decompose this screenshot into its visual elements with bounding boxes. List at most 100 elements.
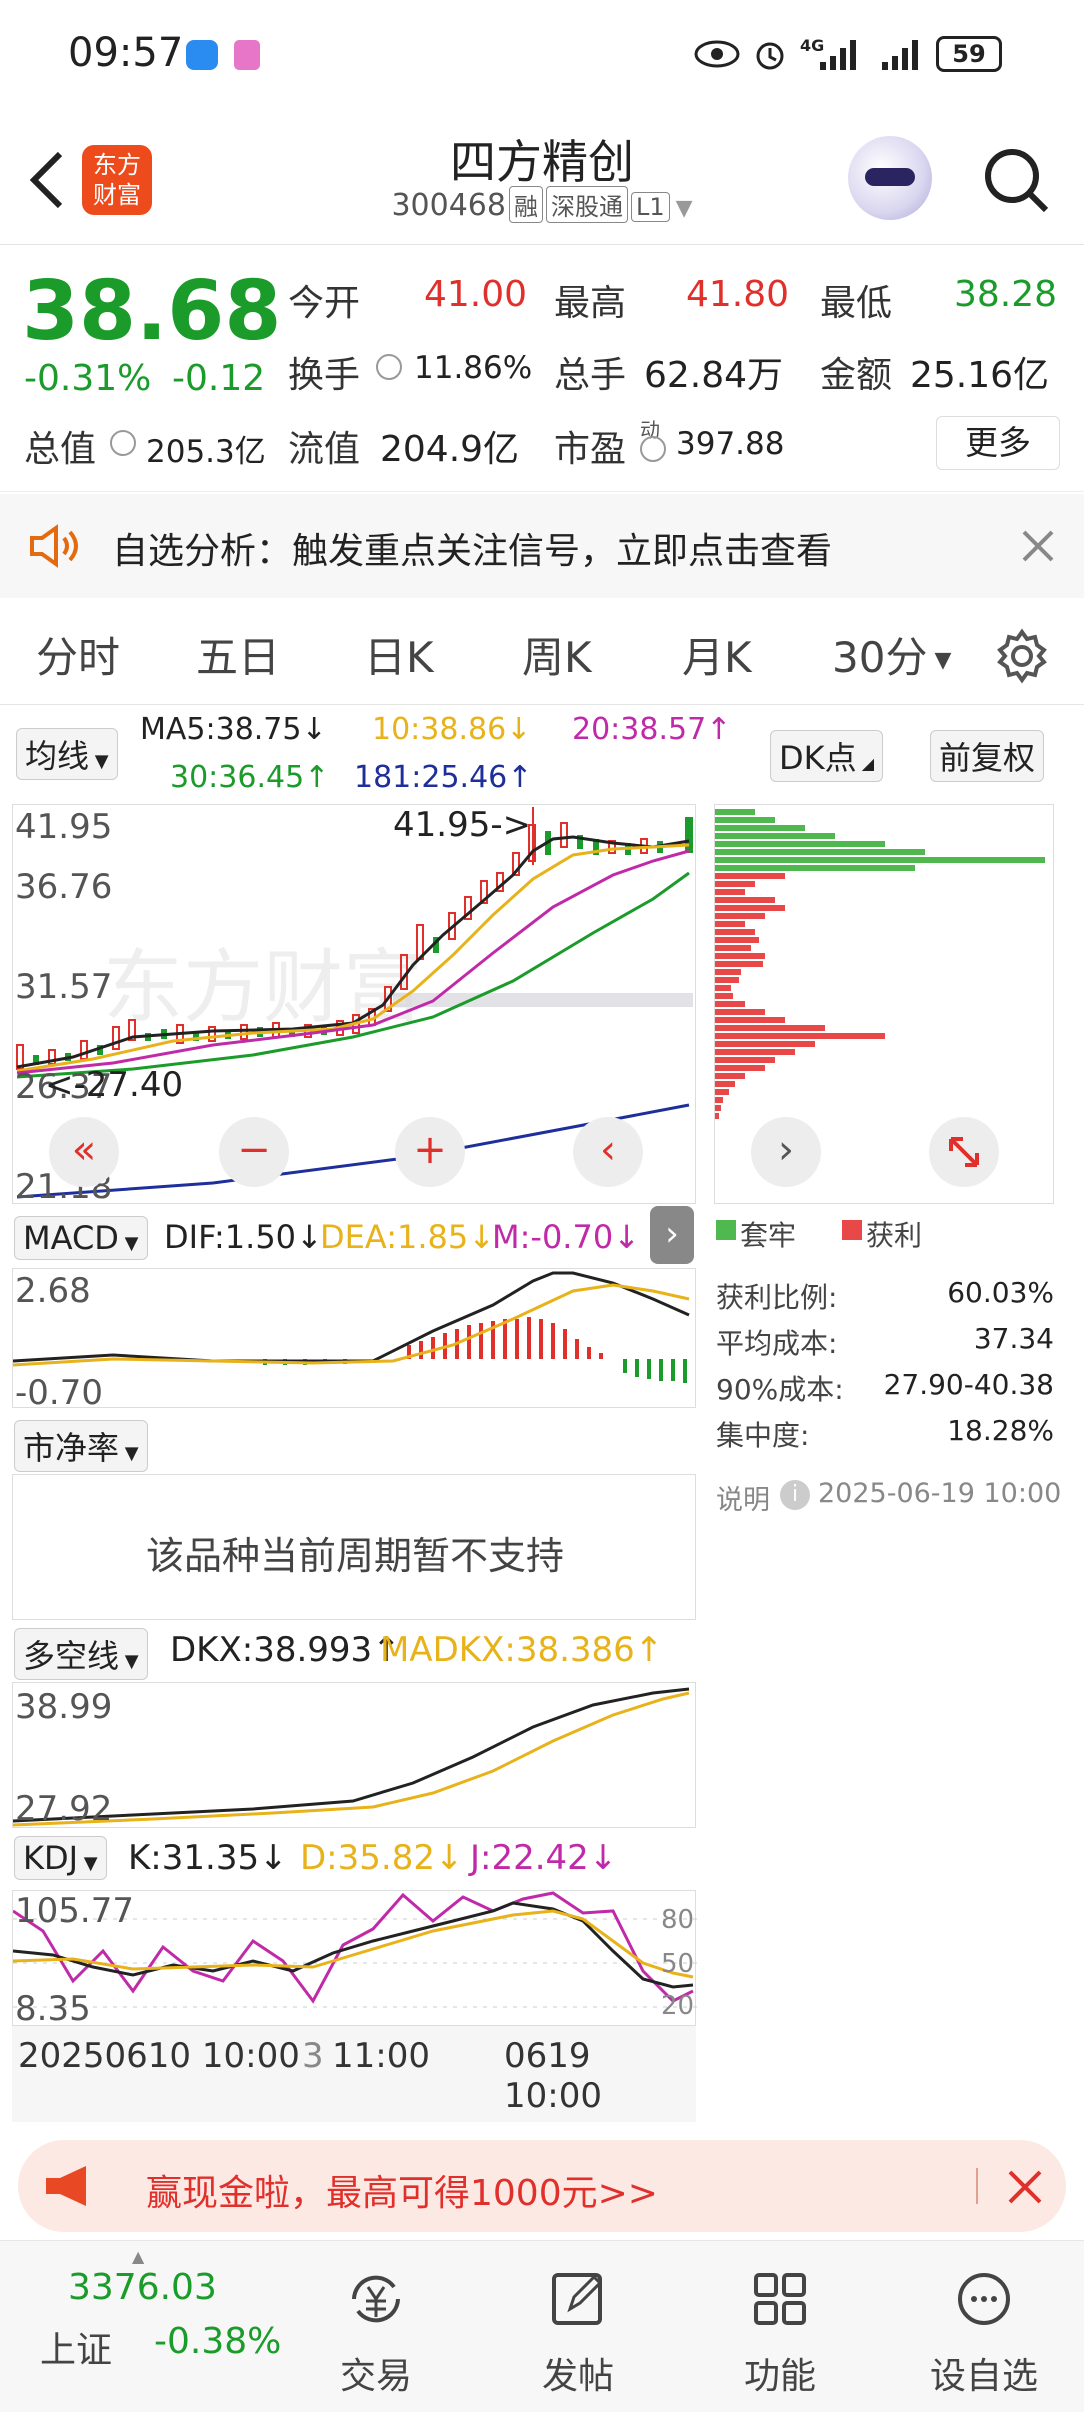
kdj-j: J:22.42↓: [470, 1838, 618, 1878]
kdj-chart: 105.77 8.35 80 50 20: [12, 1890, 697, 2029]
pb-selector[interactable]: 市净率 ▼: [14, 1420, 148, 1472]
caret-up-icon[interactable]: ▲: [132, 2247, 144, 2266]
chip-distribution-chart: ›: [714, 804, 1054, 1204]
kdj-y-bottom: 8.35: [15, 1989, 91, 2029]
dkx-selector[interactable]: 多空线 ▼: [14, 1628, 148, 1680]
dkx-value: DKX:38.993↑: [170, 1630, 401, 1670]
macd-y-bottom: -0.70: [15, 1373, 103, 1413]
trapped-bars: [715, 809, 1045, 871]
info-icon[interactable]: [110, 430, 136, 456]
scroll-left-button[interactable]: ‹: [573, 1117, 643, 1187]
tab-daily-k[interactable]: 日K: [364, 624, 434, 685]
ma10-value: 10:38.86↓: [372, 712, 532, 747]
functions-button[interactable]: 功能: [710, 2269, 850, 2399]
promo-banner[interactable]: 赢现金啦，最高可得1000元>>: [18, 2140, 1066, 2232]
megaphone-icon: [46, 2166, 86, 2206]
ma-selector[interactable]: 均线 ▼: [16, 728, 118, 780]
add-watchlist-button[interactable]: 设自选: [914, 2269, 1054, 2399]
kline-chart[interactable]: 东方财富 41.95 36.76 31.57 26.37 21.18 41.95…: [12, 804, 696, 1207]
settings-gear-icon[interactable]: [994, 628, 1050, 684]
amount-value: 25.16亿: [910, 355, 1050, 396]
dkx-line: [13, 1687, 690, 1823]
open-label: 今开: [288, 283, 361, 324]
post-button[interactable]: 发帖: [508, 2269, 648, 2399]
high-label: 最高: [554, 283, 627, 324]
tab-five-day[interactable]: 五日: [196, 624, 280, 685]
kdj-level-50: 50: [661, 1949, 695, 1979]
zoom-out-button[interactable]: −: [219, 1117, 289, 1187]
caret-down-icon[interactable]: ▼: [676, 196, 693, 221]
chip-note-time: 2025-06-19 10:00: [818, 1478, 1062, 1509]
search-icon[interactable]: [980, 144, 1052, 216]
app-notification-icon: [234, 40, 260, 70]
volume-value: 62.84万: [644, 355, 784, 396]
macd-selector[interactable]: MACD ▼: [14, 1216, 148, 1260]
tag-connect: 深股通: [545, 186, 628, 223]
min-price-marker: <-27.40: [45, 1065, 184, 1105]
chip-label: 90%成本:: [716, 1373, 844, 1406]
index-value[interactable]: 3376.03: [68, 2267, 217, 2308]
kdj-selector[interactable]: KDJ ▼: [14, 1836, 107, 1880]
low-value: 38.28: [954, 274, 1058, 315]
tab-intraday[interactable]: 分时: [36, 624, 120, 685]
kdj-level-20: 20: [661, 1991, 695, 2021]
time-mid-prefix: 3: [302, 2036, 324, 2076]
max-price-marker: 41.95->: [393, 805, 532, 845]
info-icon[interactable]: i: [780, 1480, 810, 1510]
time-end: 0619 10:00: [504, 2036, 602, 2116]
adjust-selector[interactable]: 前复权: [930, 730, 1045, 782]
ma20-value: 20:38.57↑: [572, 712, 732, 747]
panel-expand-arrow[interactable]: ›: [650, 1206, 694, 1264]
turnover-value: 11.86%: [414, 350, 533, 386]
chip-note-label[interactable]: 说明: [716, 1478, 770, 1517]
float-value: 204.9亿: [380, 429, 520, 470]
tab-30min[interactable]: 30分 ▼: [832, 624, 951, 685]
expand-icon[interactable]: [929, 1117, 999, 1187]
info-icon[interactable]: [640, 436, 666, 462]
pe-value: 397.88: [676, 426, 785, 462]
more-button[interactable]: 更多: [936, 416, 1060, 470]
pb-unsupported-text: 该品种当前周期暂不支持: [145, 1534, 564, 1578]
trapped-legend-swatch: [716, 1220, 736, 1240]
macd-dif: DIF:1.50↓: [164, 1218, 323, 1256]
change-percent: -0.31%: [24, 358, 152, 399]
macd-chart: 2.68 -0.70: [12, 1268, 696, 1413]
info-icon[interactable]: [376, 354, 402, 380]
close-icon[interactable]: [1022, 530, 1054, 562]
tab-weekly-k[interactable]: 周K: [522, 624, 592, 685]
dkx-chart: 38.99 27.92: [12, 1682, 696, 1829]
chip-value: 27.90-40.38: [883, 1368, 1054, 1401]
index-name[interactable]: 上证: [40, 2321, 112, 2373]
tab-monthly-k[interactable]: 月K: [682, 624, 752, 685]
pe-label: 市盈: [554, 429, 627, 470]
mcap-value: 205.3亿: [146, 434, 266, 470]
dk-point-selector[interactable]: DK点 ◢: [770, 730, 884, 782]
edit-icon: [552, 2273, 603, 2325]
amount-label: 金额: [820, 355, 893, 396]
index-change[interactable]: -0.38%: [154, 2321, 281, 2362]
high-value: 41.80: [686, 274, 790, 315]
speaker-icon: [30, 524, 78, 568]
zoom-in-button[interactable]: +: [395, 1117, 465, 1187]
period-tabs: 分时 五日 日K 周K 月K 30分 ▼: [0, 600, 1084, 705]
scroll-left-fast-button[interactable]: «: [49, 1117, 119, 1187]
more-dots-icon: [958, 2273, 1010, 2325]
trade-button[interactable]: 交易: [306, 2269, 446, 2399]
open-value: 41.00: [424, 274, 528, 315]
bottom-toolbar: ▲ 3376.03 上证 -0.38% 交易 发帖 功能 设自选: [0, 2240, 1084, 2412]
status-bar: 09:57 4G 59: [0, 0, 1084, 110]
kdj-d: D:35.82↓: [300, 1838, 464, 1878]
profit-legend: 获利: [866, 1219, 923, 1252]
status-time: 09:57: [68, 30, 184, 76]
last-price: 38.68: [22, 264, 282, 359]
madkx-value: MADKX:38.386↑: [380, 1630, 664, 1670]
signal-icon-2: [882, 40, 918, 70]
volume-label: 总手: [554, 355, 627, 396]
y-axis-label: 41.95: [15, 807, 113, 847]
scroll-right-button[interactable]: ›: [751, 1117, 821, 1187]
assistant-avatar[interactable]: [848, 136, 932, 220]
close-icon[interactable]: [1008, 2170, 1042, 2204]
dkx-y-top: 38.99: [15, 1687, 113, 1727]
analysis-notice[interactable]: 自选分析：触发重点关注信号，立即点击查看: [0, 494, 1084, 598]
time-start: 20250610 10:00: [18, 2036, 300, 2076]
